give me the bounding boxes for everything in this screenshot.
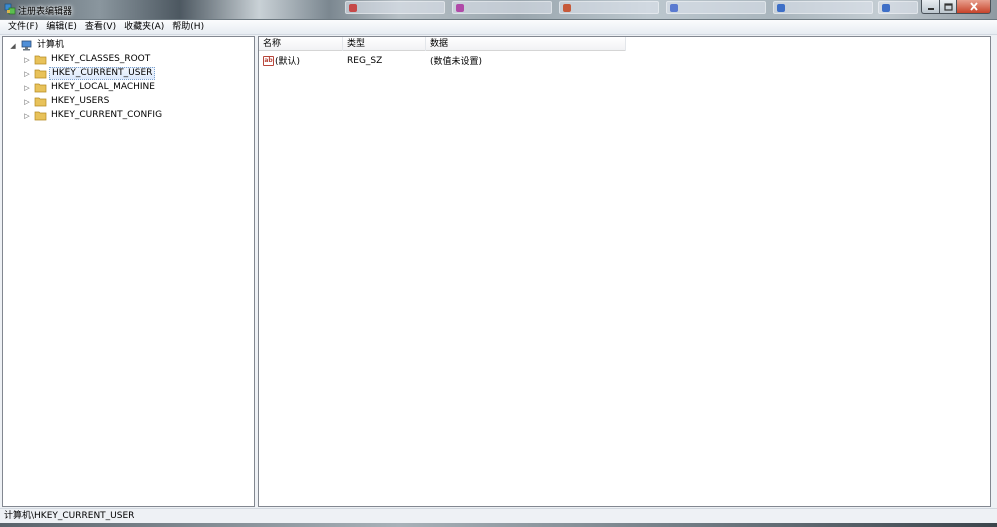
tree-node-label: HKEY_CURRENT_USER [49, 67, 156, 80]
string-value-icon: ab [263, 55, 274, 66]
main-content: ◢ 计算机 ▷ HKEY_CLASSES_ROOT ▷ HKEY_CURRENT… [0, 35, 997, 508]
maximize-icon [943, 2, 953, 11]
expand-arrow-icon[interactable]: ▷ [23, 112, 31, 120]
close-icon [969, 2, 978, 11]
background-window-tab [773, 1, 873, 14]
folder-icon [34, 110, 47, 121]
tree-node-hkey-local-machine[interactable]: ▷ HKEY_LOCAL_MACHINE [23, 81, 157, 94]
maximize-button[interactable] [939, 0, 957, 14]
status-path: 计算机\HKEY_CURRENT_USER [4, 511, 135, 521]
expand-arrow-icon[interactable]: ▷ [23, 70, 31, 78]
computer-icon [20, 40, 33, 51]
minimize-button[interactable] [921, 0, 939, 14]
title-bar[interactable]: 注册表编辑器 [0, 0, 997, 20]
tree-node-label: 计算机 [37, 40, 65, 50]
window-title: 注册表编辑器 [18, 7, 73, 17]
menu-edit[interactable]: 编辑(E) [42, 20, 81, 34]
folder-icon [34, 82, 47, 93]
column-header-name[interactable]: 名称 [259, 37, 343, 51]
menu-favorites[interactable]: 收藏夹(A) [120, 20, 168, 34]
menu-bar: 文件(F) 编辑(E) 查看(V) 收藏夹(A) 帮助(H) [0, 20, 997, 35]
background-window-tab [666, 1, 766, 14]
menu-help[interactable]: 帮助(H) [168, 20, 208, 34]
menu-view[interactable]: 查看(V) [81, 20, 120, 34]
tree-node-label: HKEY_LOCAL_MACHINE [51, 82, 155, 92]
background-window-tab [559, 1, 659, 14]
tree-node-computer[interactable]: ◢ 计算机 [9, 39, 66, 52]
background-window-tab [345, 1, 445, 14]
tree-node-hkey-classes-root[interactable]: ▷ HKEY_CLASSES_ROOT [23, 53, 152, 66]
registry-editor-icon [4, 3, 16, 15]
expand-arrow-icon[interactable]: ▷ [23, 56, 31, 64]
status-bar: 计算机\HKEY_CURRENT_USER [0, 508, 997, 523]
collapse-arrow-icon[interactable]: ◢ [9, 42, 17, 50]
tree-node-hkey-users[interactable]: ▷ HKEY_USERS [23, 95, 111, 108]
menu-file[interactable]: 文件(F) [4, 20, 42, 34]
value-data-cell: (数值未设置) [430, 57, 483, 67]
expand-arrow-icon[interactable]: ▷ [23, 84, 31, 92]
values-list-pane[interactable]: 名称 类型 数据 ab (默认) REG_SZ (数值未设置) [258, 36, 991, 507]
tree-node-label: HKEY_CURRENT_CONFIG [51, 110, 163, 120]
background-window-tab [452, 1, 552, 14]
background-window-tab [878, 1, 918, 14]
window-controls [921, 0, 991, 14]
folder-icon [34, 96, 47, 107]
tree-node-hkey-current-user[interactable]: ▷ HKEY_CURRENT_USER [23, 67, 156, 80]
column-header-data[interactable]: 数据 [426, 37, 626, 51]
close-button[interactable] [957, 0, 991, 14]
expand-arrow-icon[interactable]: ▷ [23, 98, 31, 106]
value-type-cell: REG_SZ [347, 55, 383, 66]
tree-node-label: HKEY_USERS [51, 96, 110, 106]
key-tree-pane[interactable]: ◢ 计算机 ▷ HKEY_CLASSES_ROOT ▷ HKEY_CURRENT… [2, 36, 255, 507]
tree-node-hkey-current-config[interactable]: ▷ HKEY_CURRENT_CONFIG [23, 109, 164, 122]
column-header-type[interactable]: 类型 [343, 37, 426, 51]
tree-node-label: HKEY_CLASSES_ROOT [51, 54, 151, 64]
list-item[interactable]: ab (默认) REG_SZ (数值未设置) [259, 54, 626, 67]
minimize-icon [927, 7, 934, 10]
folder-icon [34, 54, 47, 65]
list-header: 名称 类型 数据 [259, 37, 626, 51]
value-name: (默认) [275, 57, 301, 67]
registry-editor-window: 注册表编辑器 文件(F) 编辑(E) 查看(V) 收藏夹(A) 帮助(H) ◢ … [0, 0, 997, 527]
desktop-background-strip [0, 523, 997, 527]
value-name-cell: ab (默认) [259, 54, 343, 67]
folder-icon [34, 68, 47, 79]
